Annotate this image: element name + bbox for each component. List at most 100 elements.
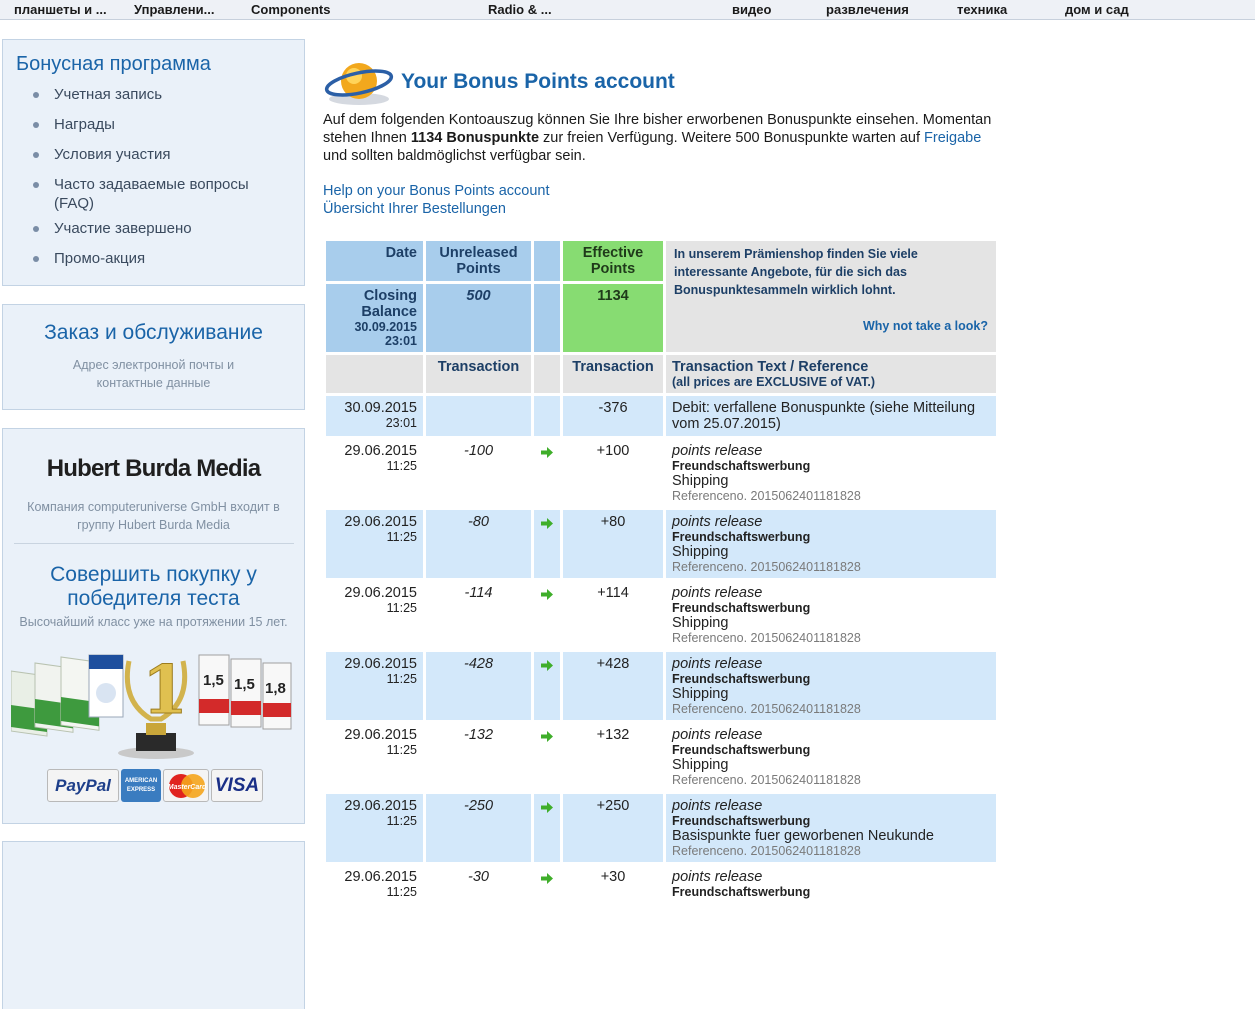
table-header-row: Date Unreleased Points Effective Points … (326, 241, 996, 352)
intro-text: Auf dem folgenden Kontoauszug können Sie… (323, 111, 995, 165)
table-row: 30.09.2015 23:01 -376 Debit: verfallene B… (326, 396, 996, 436)
subheader-spacer (534, 355, 560, 393)
svg-text:1: 1 (142, 651, 188, 729)
order-service-title[interactable]: Заказ и обслуживание (3, 321, 304, 345)
row-text-1: points release (672, 798, 763, 814)
help-link[interactable]: Help on your Bonus Points account (323, 183, 550, 199)
row-text-3: Shipping (672, 544, 729, 560)
nav-item-tech[interactable]: техника (957, 2, 1007, 17)
row-text-3: Shipping (672, 686, 729, 702)
bullet-icon (33, 152, 39, 158)
row-reference: Referenceno. 2015062401181828 (672, 702, 861, 716)
row-effective: +30 (563, 865, 663, 903)
row-text-1: points release (672, 656, 763, 672)
arrow-right-icon (541, 802, 553, 813)
row-date: 29.06.2015 (344, 869, 417, 885)
sidebar-item-account[interactable]: Учетная запись (33, 85, 283, 104)
row-effective: +250 (563, 794, 663, 862)
subheader-transaction-2: Transaction (563, 355, 663, 393)
burda-logo[interactable]: Hubert Burda Media (3, 455, 304, 483)
promo-cell: In unserem Prämienshop finden Sie viele … (666, 241, 996, 352)
paypal-icon: PayPal (47, 769, 119, 802)
row-text-cell: points release Freundschaftswerbung Shippi… (666, 439, 996, 507)
closing-spacer (534, 284, 560, 352)
arrow-right-icon (541, 589, 553, 600)
row-text-cell: points release Freundschaftswerbung Shippi… (666, 510, 996, 578)
sidebar-item-promo[interactable]: Промо-акция (33, 249, 283, 268)
row-arrow-cell (534, 865, 560, 903)
sidebar-item-faq[interactable]: Часто задаваемые вопросы (FAQ) (33, 175, 283, 213)
row-reference: Referenceno. 2015062401181828 (672, 489, 861, 503)
test-winner-title[interactable]: Совершить покупку у победителя теста (3, 563, 304, 611)
row-date: 29.06.2015 (344, 798, 417, 814)
test-winner-subtitle: Высочайший класс уже на протяжении 15 ле… (19, 615, 288, 629)
sidebar-item-terms[interactable]: Условия участия (33, 145, 283, 164)
subheader-row: Transaction Transaction Transaction Text… (326, 355, 996, 393)
intro-part: und sollten baldmöglichst verfügbar sein… (323, 148, 586, 164)
orders-overview-link[interactable]: Übersicht Ihrer Bestellungen (323, 201, 506, 217)
row-date-cell: 29.06.2015 11:25 (326, 581, 423, 649)
page-title: Your Bonus Points account (401, 70, 675, 93)
row-arrow-cell (534, 652, 560, 720)
header-effective: Effective Points (563, 241, 663, 281)
promo-link[interactable]: Why not take a look? (674, 317, 988, 335)
closing-date: 30.09.2015 (354, 320, 417, 334)
bonus-program-menu: Учетная запись Награды Условия участия Ч… (33, 85, 283, 279)
row-text-cell: points release Freundschaftswerbung Shippi… (666, 723, 996, 791)
row-date-cell: 30.09.2015 23:01 (326, 396, 423, 436)
row-date: 29.06.2015 (344, 585, 417, 601)
row-text: Debit: verfallene Bonuspunkte (siehe Mit… (666, 396, 996, 436)
row-text-2: Freundschaftswerbung (672, 814, 811, 828)
burda-box: Hubert Burda Media Компания computeruniv… (2, 428, 305, 824)
bonus-points-table: Date Unreleased Points Effective Points … (323, 238, 999, 906)
table-row: 29.06.2015 11:25 -428 +428 points release… (326, 652, 996, 720)
promo-text: In unserem Prämienshop finden Sie viele … (674, 247, 918, 297)
nav-item-tablets[interactable]: планшеты и ... (14, 2, 107, 17)
closing-balance-cell: Closing Balance 30.09.2015 23:01 (326, 284, 423, 352)
order-service-text[interactable]: Адрес электронной почты и контактные дан… (39, 356, 269, 392)
release-link[interactable]: Freigabe (924, 130, 981, 146)
row-effective: +80 (563, 510, 663, 578)
sidebar-item-label: Промо-акция (54, 250, 146, 267)
row-unreleased: -30 (426, 865, 531, 903)
sidebar-item-participation-ended[interactable]: Участие завершено (33, 219, 283, 238)
nav-item-video[interactable]: видео (732, 2, 771, 17)
amex-icon: AMERICAN EXPRESS (121, 769, 161, 802)
row-time: 11:25 (386, 743, 417, 757)
bullet-icon (33, 226, 39, 232)
bonus-program-title[interactable]: Бонусная программа (16, 53, 211, 76)
order-service-box: Заказ и обслуживание Адрес электронной п… (2, 304, 305, 410)
subheader-transaction: Transaction (426, 355, 531, 393)
nav-item-entertainment[interactable]: развлечения (826, 2, 909, 17)
row-date-cell: 29.06.2015 11:25 (326, 794, 423, 862)
nav-item-management[interactable]: Управлени... (134, 2, 214, 17)
row-text-1: points release (672, 727, 763, 743)
bonus-program-box: Бонусная программа Учетная запись Наград… (2, 39, 305, 286)
row-unreleased: -80 (426, 510, 531, 578)
burda-text: Компания computeruniverse GmbH входит в … (27, 500, 280, 532)
arrow-right-icon (541, 873, 553, 884)
row-unreleased: -250 (426, 794, 531, 862)
trophy-icon: 1 (118, 651, 194, 759)
row-reference: Referenceno. 2015062401181828 (672, 560, 861, 574)
row-text-1: points release (672, 443, 763, 459)
nav-item-components[interactable]: Components (251, 2, 330, 17)
top-navigation: планшеты и ... Управлени... Components R… (0, 0, 1255, 20)
mastercard-icon: MasterCard (163, 769, 209, 802)
empty-sidebar-box (2, 841, 305, 1009)
nav-item-home-garden[interactable]: дом и сад (1065, 2, 1129, 17)
nav-item-radio[interactable]: Radio & ... (488, 2, 552, 17)
closing-label: Closing Balance (361, 288, 417, 320)
table-row: 29.06.2015 11:25 -80 +80 points release Fr… (326, 510, 996, 578)
subheader-empty (326, 355, 423, 393)
svg-text:1,5: 1,5 (234, 676, 255, 693)
row-date-cell: 29.06.2015 11:25 (326, 652, 423, 720)
award-card-icon: 1,5 (198, 654, 230, 726)
sidebar-item-rewards[interactable]: Награды (33, 115, 283, 134)
sidebar-item-label: Награды (54, 116, 115, 133)
test-awards-image[interactable]: 1 1,5 1,5 1,8 (11, 641, 301, 761)
row-text-3: Shipping (672, 615, 729, 631)
row-time: 11:25 (386, 814, 417, 828)
row-effective: +100 (563, 439, 663, 507)
closing-time: 23:01 (385, 334, 417, 348)
